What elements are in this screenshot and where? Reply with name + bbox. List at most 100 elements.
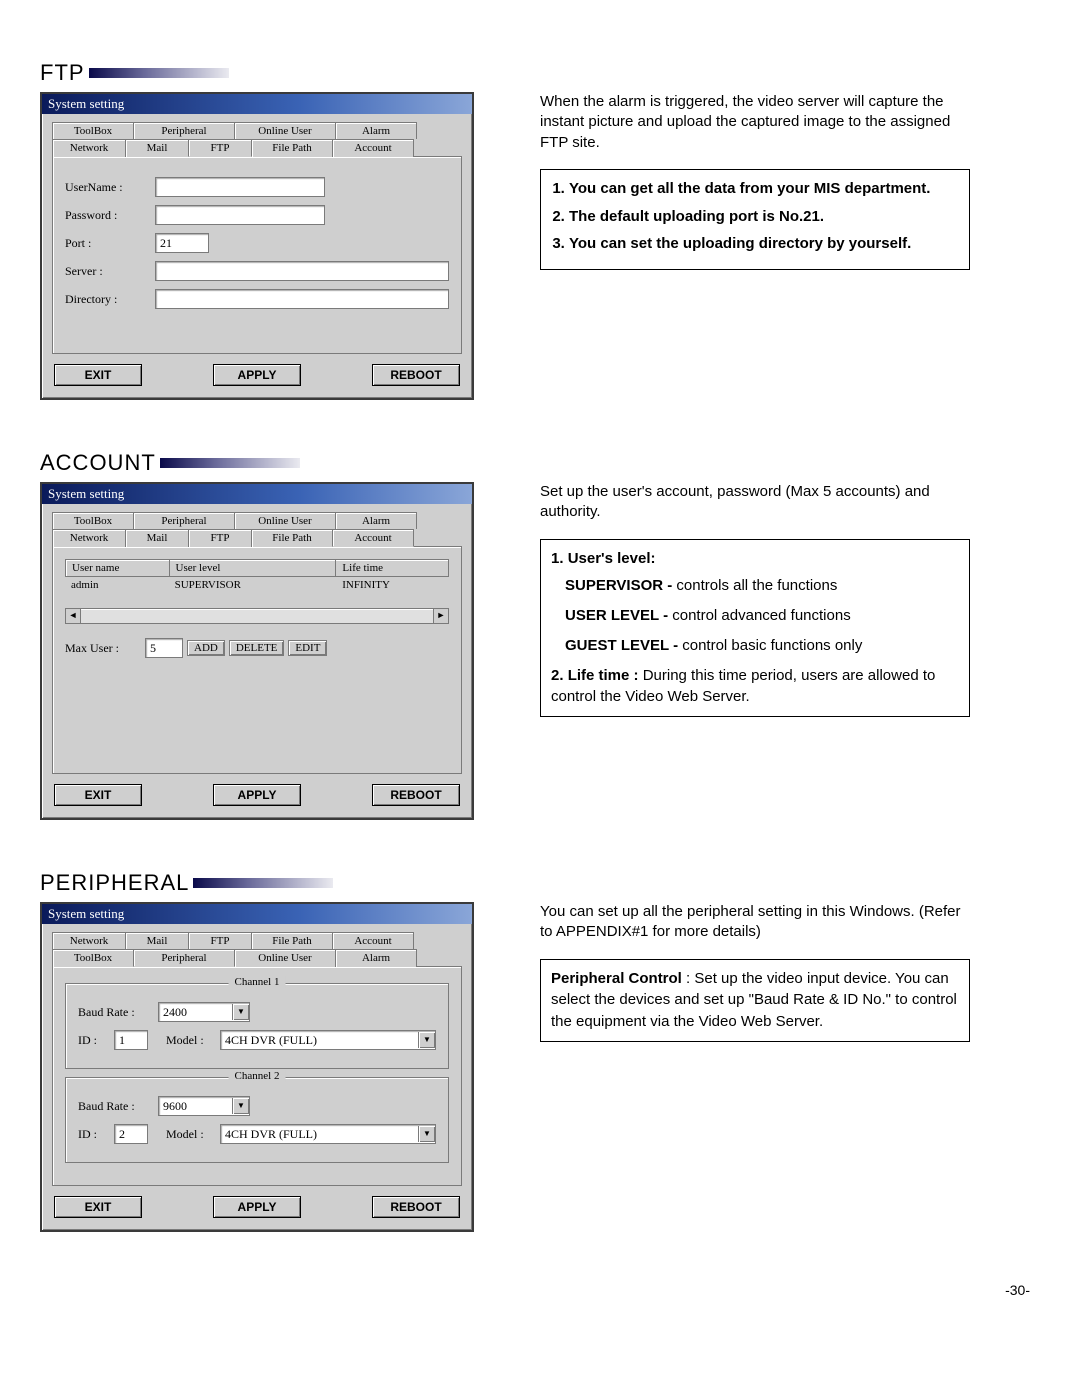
ftp-panel: UserName : Password : Port :21 Server : … (52, 156, 462, 354)
account-desc: Set up the user's account, password (Max… (540, 482, 970, 523)
label-maxuser: Max User : (65, 641, 145, 656)
tab-ftp[interactable]: FTP (188, 529, 252, 547)
scroll-right-icon[interactable]: ► (433, 609, 448, 623)
input-password[interactable] (155, 205, 325, 225)
account-notes: 1. User's level: SUPERVISOR - controls a… (540, 539, 970, 718)
tab-toolbox[interactable]: ToolBox (52, 512, 134, 529)
tab-ftp[interactable]: FTP (188, 932, 252, 949)
h-scrollbar[interactable]: ◄ ► (65, 608, 449, 624)
group-channel2: Channel 2 Baud Rate : 9600▼ ID : 2 (65, 1077, 449, 1163)
label-directory: Directory : (65, 292, 155, 307)
tab-toolbox[interactable]: ToolBox (52, 949, 134, 967)
account-panel: User name User level Life time admin SUP… (52, 546, 462, 774)
tab-filepath[interactable]: File Path (251, 932, 333, 949)
input-directory[interactable] (155, 289, 449, 309)
reboot-button[interactable]: REBOOT (372, 1196, 460, 1218)
label-port: Port : (65, 236, 155, 251)
scroll-left-icon[interactable]: ◄ (66, 609, 81, 623)
tab-ftp[interactable]: FTP (188, 139, 252, 157)
add-button[interactable]: ADD (187, 640, 225, 656)
input-id2[interactable]: 2 (114, 1124, 148, 1144)
chevron-down-icon[interactable]: ▼ (232, 1004, 249, 1020)
heading-peripheral-text: PERIPHERAL (40, 870, 189, 896)
tab-peripheral[interactable]: Peripheral (133, 122, 235, 139)
tab-account[interactable]: Account (332, 529, 414, 547)
tab-network[interactable]: Network (52, 139, 126, 157)
peripheral-desc: You can set up all the peripheral settin… (540, 902, 970, 943)
level-guest: GUEST LEVEL - (565, 637, 678, 654)
heading-bar (160, 458, 300, 468)
level-supervisor: SUPERVISOR - (565, 577, 672, 594)
input-maxuser[interactable]: 5 (145, 638, 183, 658)
tab-onlineuser[interactable]: Online User (234, 949, 336, 967)
level-user: USER LEVEL - (565, 607, 668, 624)
tab-onlineuser[interactable]: Online User (234, 512, 336, 529)
apply-button[interactable]: APPLY (213, 1196, 301, 1218)
label-server: Server : (65, 264, 155, 279)
tab-network[interactable]: Network (52, 529, 126, 547)
label-username: UserName : (65, 180, 155, 195)
col-lifetime: Life time (336, 560, 448, 576)
combo-model1[interactable]: 4CH DVR (FULL)▼ (220, 1030, 436, 1050)
apply-button[interactable]: APPLY (213, 784, 301, 806)
tab-toolbox[interactable]: ToolBox (52, 122, 134, 139)
ftp-note-2: The default uploading port is No.21. (569, 206, 959, 228)
legend-ch1: Channel 1 (229, 976, 286, 988)
combo-baud2[interactable]: 9600▼ (158, 1096, 250, 1116)
label-id1: ID : (78, 1033, 114, 1048)
group-channel1: Channel 1 Baud Rate : 2400▼ ID : 1 (65, 983, 449, 1069)
note-pc-label: Peripheral Control (551, 970, 682, 987)
table-row[interactable]: admin SUPERVISOR INFINITY (65, 577, 449, 593)
tab-alarm[interactable]: Alarm (335, 949, 417, 967)
label-id2: ID : (78, 1127, 114, 1142)
label-model1: Model : (166, 1033, 220, 1048)
tab-mail[interactable]: Mail (125, 932, 189, 949)
cell-life: INFINITY (336, 577, 449, 593)
tab-network[interactable]: Network (52, 932, 126, 949)
exit-button[interactable]: EXIT (54, 1196, 142, 1218)
edit-button[interactable]: EDIT (288, 640, 327, 656)
tab-account[interactable]: Account (332, 139, 414, 157)
tab-mail[interactable]: Mail (125, 139, 189, 157)
heading-account-text: ACCOUNT (40, 450, 156, 476)
exit-button[interactable]: EXIT (54, 784, 142, 806)
input-port[interactable]: 21 (155, 233, 209, 253)
peripheral-panel: Channel 1 Baud Rate : 2400▼ ID : 1 (52, 966, 462, 1186)
tab-alarm[interactable]: Alarm (335, 512, 417, 529)
combo-baud1[interactable]: 2400▼ (158, 1002, 250, 1022)
tab-peripheral[interactable]: Peripheral (133, 949, 235, 967)
chevron-down-icon[interactable]: ▼ (232, 1098, 249, 1114)
tab-account[interactable]: Account (332, 932, 414, 949)
account-dialog: System setting ToolBox Peripheral Online… (40, 482, 474, 820)
reboot-button[interactable]: REBOOT (372, 784, 460, 806)
tab-peripheral[interactable]: Peripheral (133, 512, 235, 529)
ftp-desc: When the alarm is triggered, the video s… (540, 92, 970, 153)
note-lifetime: Life time : (568, 667, 639, 684)
tab-alarm[interactable]: Alarm (335, 122, 417, 139)
account-table-header: User name User level Life time (65, 559, 449, 577)
tab-filepath[interactable]: File Path (251, 529, 333, 547)
tab-filepath[interactable]: File Path (251, 139, 333, 157)
label-baud1: Baud Rate : (78, 1005, 158, 1020)
reboot-button[interactable]: REBOOT (372, 364, 460, 386)
input-username[interactable] (155, 177, 325, 197)
ftp-note-3: You can set the uploading directory by y… (569, 233, 959, 255)
note-user-level: User's level: (568, 550, 656, 567)
col-username: User name (66, 560, 170, 576)
tab-onlineuser[interactable]: Online User (234, 122, 336, 139)
chevron-down-icon[interactable]: ▼ (418, 1032, 435, 1048)
ftp-titlebar: System setting (42, 94, 472, 114)
ftp-note-1: You can get all the data from your MIS d… (569, 178, 959, 200)
delete-button[interactable]: DELETE (229, 640, 285, 656)
combo-model2[interactable]: 4CH DVR (FULL)▼ (220, 1124, 436, 1144)
exit-button[interactable]: EXIT (54, 364, 142, 386)
chevron-down-icon[interactable]: ▼ (418, 1126, 435, 1142)
apply-button[interactable]: APPLY (213, 364, 301, 386)
page-number: -30- (40, 1282, 1030, 1298)
input-id1[interactable]: 1 (114, 1030, 148, 1050)
input-server[interactable] (155, 261, 449, 281)
label-model2: Model : (166, 1127, 220, 1142)
tab-mail[interactable]: Mail (125, 529, 189, 547)
label-password: Password : (65, 208, 155, 223)
heading-ftp: FTP (40, 60, 1040, 86)
